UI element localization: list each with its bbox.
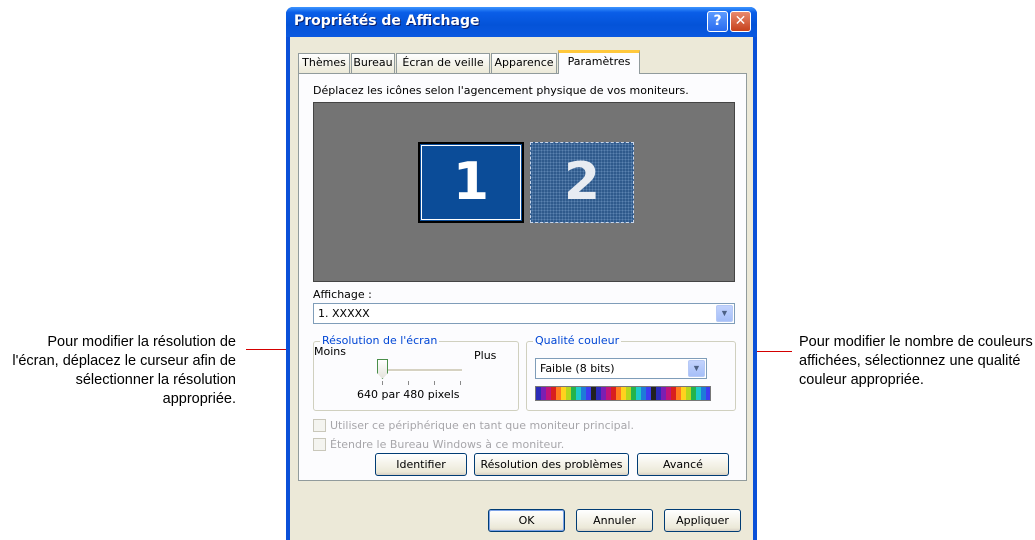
apply-button[interactable]: Appliquer [664,509,741,532]
advanced-button[interactable]: Avancé [637,453,729,476]
color-quality-group: Qualité couleur Faible (8 bits) ▼ [526,334,736,411]
help-button[interactable]: ? [707,11,728,32]
dialog-client: Thèmes Bureau Écran de veille Apparence … [290,37,753,540]
display-select[interactable]: 1. XXXXX ▼ [313,303,735,324]
slider-tick [408,381,409,385]
troubleshoot-button[interactable]: Résolution des problèmes [474,453,629,476]
primary-monitor-checkbox[interactable] [313,419,326,432]
monitor-2[interactable]: 2 [530,142,634,223]
resolution-slider-track[interactable] [386,369,462,372]
settings-panel: Déplacez les icônes selon l'agencement p… [298,73,747,481]
display-properties-window: Propriétés de Affichage ? ✕ Thèmes Burea… [286,7,757,540]
slider-max-label: Plus [474,349,497,362]
title-bar[interactable]: Propriétés de Affichage ? ✕ [286,7,757,37]
display-label: Affichage : [313,288,372,301]
tab-screensaver[interactable]: Écran de veille [396,53,490,73]
slider-min-label: Moins [314,345,346,358]
extend-desktop-checkbox[interactable] [313,438,326,451]
close-icon: ✕ [734,13,747,29]
cancel-button[interactable]: Annuler [576,509,653,532]
primary-monitor-label: Utiliser ce périphérique en tant que mon… [330,419,634,432]
tab-appearance[interactable]: Apparence [491,53,557,73]
resolution-slider-thumb[interactable] [377,359,388,379]
color-quality-select[interactable]: Faible (8 bits) ▼ [535,358,707,379]
callout-color-quality: Pour modifier le nombre de couleurs affi… [799,334,1033,388]
slider-tick [460,381,461,385]
slider-tick [382,381,383,385]
help-icon: ? [713,13,722,29]
extend-desktop-label: Étendre le Bureau Windows à ce moniteur. [330,438,565,451]
ok-button[interactable]: OK [488,509,565,532]
identify-button[interactable]: Identifier [375,453,467,476]
resolution-value: 640 par 480 pixels [357,388,460,401]
color-quality-value: Faible (8 bits) [540,362,615,375]
resolution-group: Résolution de l'écran Moins Plus 640 par… [313,334,519,411]
monitor-arrangement: 1 2 [313,102,735,282]
tab-settings[interactable]: Paramètres [558,50,640,74]
color-preview-bar [535,386,711,401]
monitor-1[interactable]: 1 [418,142,524,223]
tab-themes[interactable]: Thèmes [298,53,350,73]
display-select-value: 1. XXXXX [318,307,370,320]
slider-tick [434,381,435,385]
callout-resolution: Pour modifier la résolution de l'écran, … [12,334,236,407]
chevron-down-icon[interactable]: ▼ [716,305,733,322]
color-quality-group-title: Qualité couleur [533,334,622,347]
instruction-text: Déplacez les icônes selon l'agencement p… [313,84,689,97]
window-title: Propriétés de Affichage [294,13,480,29]
tab-desktop[interactable]: Bureau [351,53,395,73]
chevron-down-icon[interactable]: ▼ [688,360,705,377]
close-button[interactable]: ✕ [730,11,751,32]
